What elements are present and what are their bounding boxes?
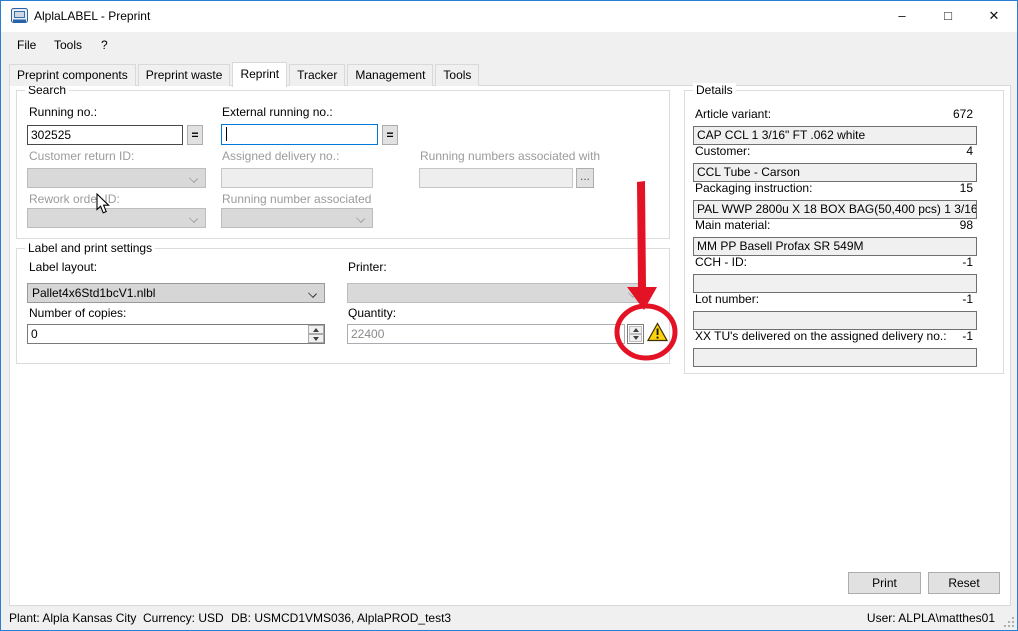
customer-return-id-combobox[interactable] (27, 168, 206, 188)
tab-management[interactable]: Management (347, 64, 433, 86)
status-currency: Currency: USD (143, 607, 224, 630)
running-numbers-associated-with-input[interactable] (419, 168, 573, 188)
details-group-title: Details (693, 83, 736, 97)
maximize-button[interactable]: □ (925, 1, 971, 31)
tab-strip: Preprint components Preprint waste Repri… (9, 61, 481, 86)
number-of-copies-spinner[interactable] (308, 325, 324, 343)
menu-tools[interactable]: Tools (54, 32, 82, 58)
menu-help[interactable]: ? (101, 32, 108, 58)
lot-number-label: Lot number: (695, 292, 759, 306)
tab-reprint[interactable]: Reprint (232, 62, 287, 87)
customer-return-id-label: Customer return ID: (29, 149, 134, 163)
rework-order-id-combobox[interactable] (27, 208, 206, 228)
chevron-down-icon (189, 214, 198, 223)
minimize-button[interactable]: – (879, 1, 925, 31)
running-numbers-browse-button[interactable]: ... (576, 168, 594, 188)
window-title: AlplaLABEL - Preprint (34, 1, 150, 32)
assigned-delivery-no-label: Assigned delivery no.: (222, 149, 339, 163)
text-caret (226, 127, 227, 141)
number-of-copies-input[interactable]: 0 (27, 324, 325, 344)
cch-id-number: -1 (962, 255, 973, 269)
external-running-no-input[interactable] (221, 124, 378, 145)
close-button[interactable]: ✕ (971, 1, 1017, 31)
packaging-instruction-number: 15 (960, 181, 973, 195)
running-no-label: Running no.: (29, 105, 97, 119)
article-variant-number: 672 (953, 107, 973, 121)
label-print-settings-title: Label and print settings (25, 241, 155, 255)
spin-up-icon[interactable] (629, 326, 642, 334)
reprint-tab-page: Search Running no.: 302525 = External ru… (9, 85, 1011, 606)
status-bar: Plant: Alpla Kansas City Currency: USD D… (1, 607, 1017, 630)
app-window: AlplaLABEL - Preprint – □ ✕ File Tools ?… (0, 0, 1018, 631)
spin-down-icon[interactable] (308, 334, 324, 343)
printer-combobox[interactable] (347, 283, 645, 303)
quantity-input[interactable]: 22400 (347, 324, 625, 344)
running-numbers-associated-with-label: Running numbers associated with (420, 149, 600, 163)
running-no-input[interactable]: 302525 (27, 125, 183, 145)
customer-label: Customer: (695, 144, 750, 158)
print-button[interactable]: Print (848, 572, 921, 594)
article-variant-label: Article variant: (695, 107, 771, 121)
running-number-associated-combobox[interactable] (221, 208, 373, 228)
tab-tools[interactable]: Tools (435, 64, 479, 86)
external-running-no-label: External running no.: (222, 105, 333, 119)
lot-number-number: -1 (962, 292, 973, 306)
details-group: Details Article variant: 672 CAP CCL 1 3… (684, 90, 1004, 374)
tus-delivered-value (693, 348, 977, 367)
quantity-label: Quantity: (348, 306, 396, 320)
label-layout-combobox[interactable]: Pallet4x6Std1bcV1.nlbl (27, 283, 325, 303)
lot-number-value (693, 311, 977, 330)
tab-preprint-waste[interactable]: Preprint waste (138, 64, 231, 86)
warning-icon (647, 322, 668, 342)
reset-button[interactable]: Reset (928, 572, 1000, 594)
printer-label: Printer: (348, 260, 387, 274)
tus-delivered-label: XX TU's delivered on the assigned delive… (695, 329, 947, 343)
spin-up-icon[interactable] (308, 325, 324, 334)
tab-preprint-components[interactable]: Preprint components (9, 64, 136, 86)
running-number-associated-label: Running number associated (222, 192, 371, 206)
tab-tracker[interactable]: Tracker (289, 64, 345, 86)
tus-delivered-number: -1 (962, 329, 973, 343)
cch-id-value (693, 274, 977, 293)
assigned-delivery-no-input[interactable] (221, 168, 373, 188)
chevron-down-icon (189, 174, 198, 183)
resize-grip-icon[interactable] (1003, 616, 1015, 628)
menu-file[interactable]: File (17, 32, 36, 58)
chevron-down-icon (308, 289, 317, 298)
chevron-down-icon (356, 214, 365, 223)
rework-order-id-label: Rework order ID: (29, 192, 120, 206)
status-plant: Plant: Alpla Kansas City (9, 607, 136, 630)
customer-number: 4 (966, 144, 973, 158)
number-of-copies-label: Number of copies: (29, 306, 126, 320)
main-material-label: Main material: (695, 218, 770, 232)
main-material-value: MM PP Basell Profax SR 549M (693, 237, 977, 256)
label-layout-label: Label layout: (29, 260, 97, 274)
packaging-instruction-value: PAL WWP 2800u X 18 BOX BAG(50,400 pcs) 1… (693, 200, 977, 219)
quantity-spinner[interactable] (627, 324, 644, 344)
packaging-instruction-label: Packaging instruction: (695, 181, 812, 195)
running-no-equals-button[interactable]: = (187, 125, 203, 145)
cch-id-label: CCH - ID: (695, 255, 747, 269)
article-variant-value: CAP CCL 1 3/16" FT .062 white (693, 126, 977, 145)
app-icon (11, 8, 28, 25)
chevron-down-icon (628, 289, 637, 298)
status-user: User: ALPLA\matthes01 (867, 607, 995, 630)
customer-value: CCL Tube - Carson (693, 163, 977, 182)
label-print-settings-group: Label and print settings Label layout: P… (16, 248, 670, 364)
status-db: DB: USMCD1VMS036, AlplaPROD_test3 (231, 607, 451, 630)
title-bar: AlplaLABEL - Preprint – □ ✕ (1, 1, 1017, 32)
menu-bar: File Tools ? (1, 32, 1017, 58)
main-material-number: 98 (960, 218, 973, 232)
spin-down-icon[interactable] (629, 334, 642, 342)
search-group: Search Running no.: 302525 = External ru… (16, 90, 670, 239)
external-running-no-equals-button[interactable]: = (382, 125, 398, 145)
